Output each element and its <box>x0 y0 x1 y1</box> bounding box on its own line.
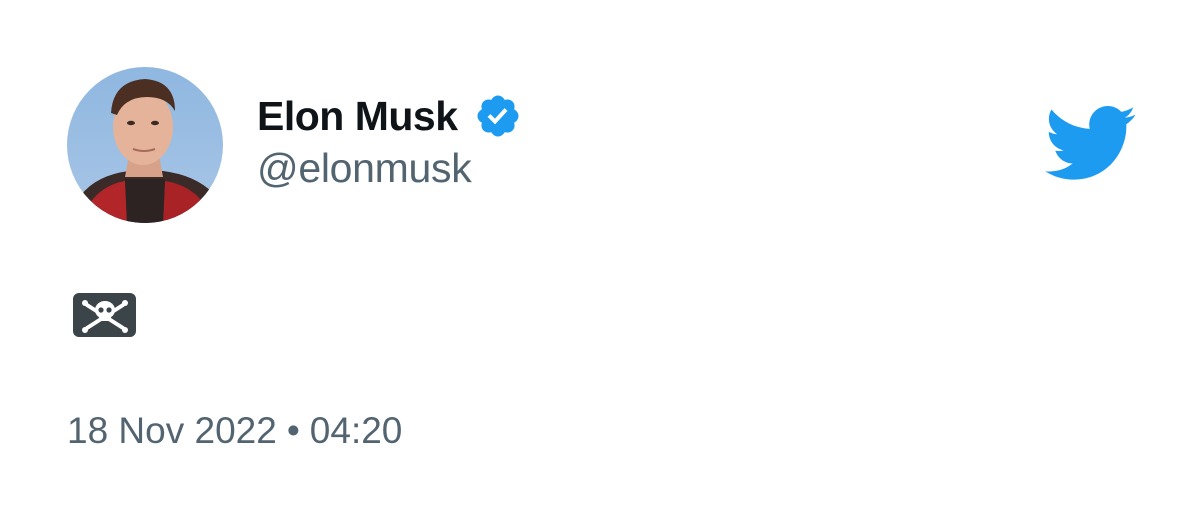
timestamp-separator: • <box>286 410 300 451</box>
tweet-content <box>72 290 138 340</box>
tweet-date: 18 Nov 2022 <box>67 410 277 451</box>
user-handle[interactable]: @elonmusk <box>257 148 522 189</box>
avatar[interactable] <box>67 67 223 223</box>
name-row: Elon Musk <box>257 88 522 144</box>
verified-badge-icon <box>474 92 522 140</box>
tweet-timestamp[interactable]: 18 Nov 2022 • 04:20 <box>67 412 402 449</box>
tweet-card: Elon Musk @elonmusk 18 Nov 2022 • 04:20 <box>0 0 1200 518</box>
twitter-bird-icon[interactable] <box>1045 104 1137 184</box>
avatar-image <box>67 67 223 223</box>
display-name[interactable]: Elon Musk <box>257 95 458 137</box>
pirate-flag-icon <box>72 290 138 340</box>
author-info: Elon Musk @elonmusk <box>257 88 522 189</box>
tweet-time: 04:20 <box>309 410 403 451</box>
